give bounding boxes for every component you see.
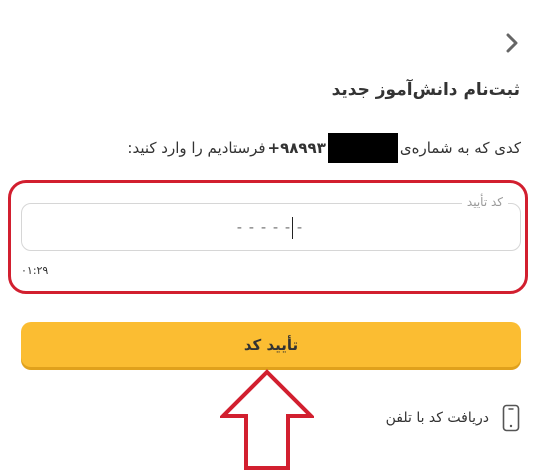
phone-icon	[501, 403, 521, 433]
phone-prefix: +۹۸۹۹۳	[267, 139, 326, 157]
instruction-text: کدی که به شماره‌ی +۹۸۹۹۳ فرستادیم را وار…	[127, 133, 521, 163]
chevron-right-icon	[506, 33, 518, 53]
confirm-code-button[interactable]: تأیید کد	[21, 322, 521, 367]
text-caret	[292, 217, 293, 239]
redacted-phone-number	[327, 133, 398, 163]
code-field-label: کد تأیید	[461, 195, 508, 209]
instruction-after: فرستادیم را وارد کنید:	[127, 139, 266, 157]
annotation-arrow-up-icon	[220, 369, 314, 470]
page-title: ثبت‌نام دانش‌آموز جدید	[331, 80, 520, 100]
verification-code-input[interactable]	[209, 217, 333, 237]
verification-code-field: کد تأیید	[21, 195, 521, 251]
resend-timer: ۰۱:۲۹	[21, 264, 49, 277]
back-button[interactable]	[499, 30, 525, 56]
receive-code-by-phone-label: دریافت کد با تلفن	[385, 410, 489, 426]
receive-code-by-phone-button[interactable]: دریافت کد با تلفن	[386, 403, 521, 433]
instruction-before: کدی که به شماره‌ی	[399, 139, 521, 157]
